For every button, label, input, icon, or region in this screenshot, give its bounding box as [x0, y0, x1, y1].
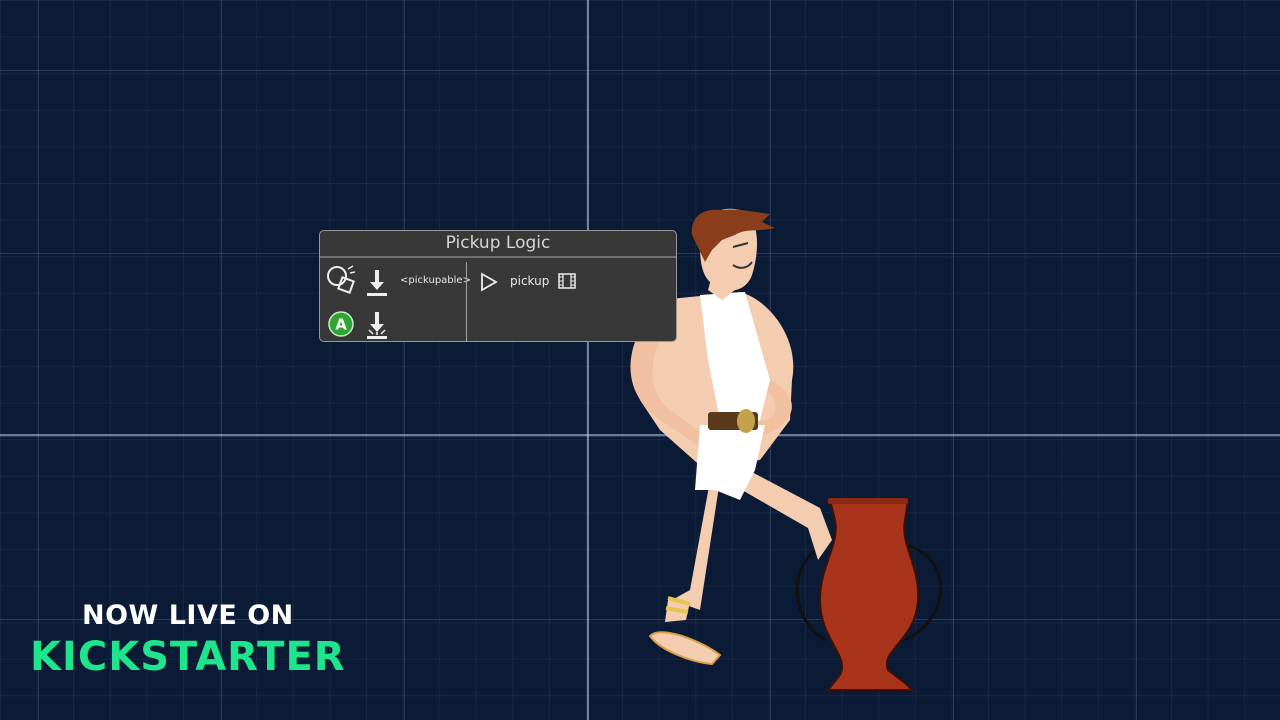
svg-text:A: A	[335, 316, 347, 334]
vase-body	[818, 499, 920, 691]
kickstarter-logo-text: KICKSTARTER	[30, 634, 346, 680]
node-divider	[466, 262, 467, 342]
vase-rim	[828, 498, 908, 504]
belt-buckle	[737, 409, 755, 433]
a-button-icon[interactable]: A	[328, 311, 354, 337]
download-splash-icon[interactable]	[365, 310, 389, 340]
pickup-action-label: pickup	[510, 274, 550, 288]
back-foot	[648, 631, 722, 666]
node-body: <pickupable> A pickup	[320, 258, 676, 343]
node-title: Pickup Logic	[320, 231, 676, 258]
play-icon[interactable]	[480, 272, 498, 292]
pickup-logic-node[interactable]: Pickup Logic <pickupable> A pickup	[319, 230, 677, 342]
film-icon[interactable]	[558, 273, 576, 289]
front-leg	[742, 470, 832, 560]
back-leg	[672, 470, 720, 610]
pickupable-tag-label: <pickupable>	[400, 275, 471, 286]
collision-shapes-icon[interactable]	[326, 264, 356, 296]
download-icon[interactable]	[365, 268, 389, 298]
promo-now-live-text: NOW LIVE ON	[82, 600, 294, 631]
